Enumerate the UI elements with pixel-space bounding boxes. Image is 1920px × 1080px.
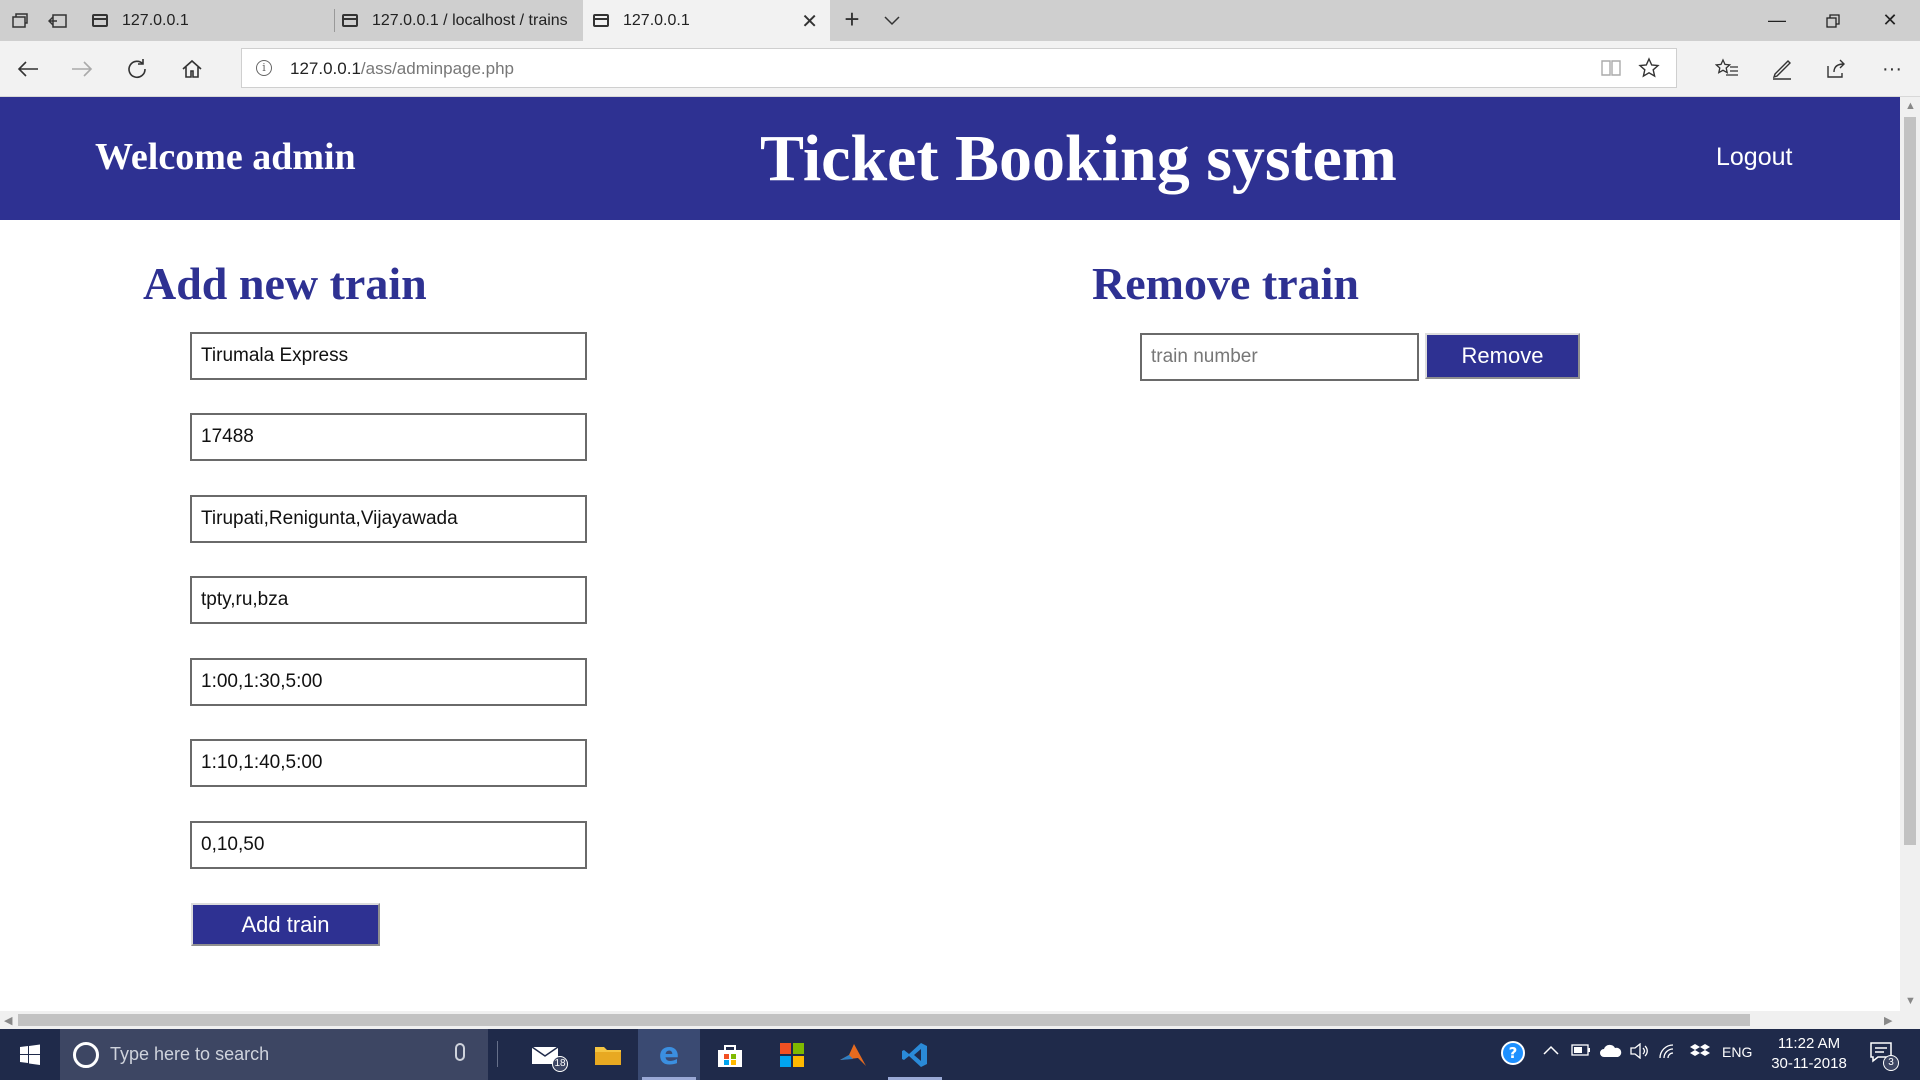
- web-page: Welcome admin Ticket Booking system Logo…: [0, 97, 1900, 1011]
- page-icon: [92, 14, 108, 27]
- scroll-right-icon[interactable]: ▶: [1884, 1014, 1892, 1027]
- taskbar: Type here to search 18 e ? ENG 11:22 AM …: [0, 1029, 1920, 1080]
- clock-date: 30-11-2018: [1771, 1055, 1847, 1072]
- store-icon[interactable]: [699, 1029, 761, 1080]
- system-clock[interactable]: 11:22 AM 30-11-2018: [1764, 1034, 1854, 1074]
- forward-icon[interactable]: [66, 53, 98, 85]
- office-app-icon[interactable]: [761, 1029, 823, 1080]
- address-bar-row: i 127.0.0.1/ass/adminpage.php ···: [0, 41, 1920, 97]
- edge-browser-icon[interactable]: e: [638, 1029, 700, 1080]
- remove-button[interactable]: Remove: [1425, 333, 1580, 379]
- clock-time: 11:22 AM: [1777, 1035, 1841, 1052]
- microphone-icon[interactable]: [455, 1043, 465, 1061]
- pen-icon[interactable]: [1766, 53, 1798, 85]
- train-number-field[interactable]: [190, 413, 587, 461]
- favorites-hub-icon[interactable]: [1711, 53, 1743, 85]
- home-icon[interactable]: [176, 53, 208, 85]
- windows-start-icon[interactable]: [0, 1029, 60, 1080]
- logout-link[interactable]: Logout: [1716, 143, 1792, 172]
- distances-field[interactable]: [190, 821, 587, 869]
- page-icon: [342, 14, 358, 27]
- close-tab-icon[interactable]: ✕: [801, 9, 818, 34]
- site-title: Ticket Booking system: [760, 122, 1397, 195]
- add-train-button[interactable]: Add train: [191, 903, 380, 946]
- notification-badge: 3: [1883, 1055, 1899, 1071]
- stations-field[interactable]: [190, 495, 587, 543]
- mail-app-icon[interactable]: 18: [515, 1029, 577, 1080]
- vscode-icon[interactable]: [884, 1029, 946, 1080]
- taskbar-search-box[interactable]: Type here to search: [60, 1029, 488, 1080]
- mail-badge: 18: [552, 1056, 568, 1072]
- welcome-text: Welcome admin: [95, 136, 356, 178]
- close-window-icon[interactable]: ✕: [1860, 0, 1920, 41]
- dropbox-icon[interactable]: [1690, 1043, 1710, 1064]
- browser-tab-bar: 127.0.0.1 127.0.0.1 / localhost / trains…: [0, 0, 1920, 41]
- page-icon: [593, 14, 609, 27]
- share-icon[interactable]: [1820, 53, 1852, 85]
- back-icon[interactable]: [12, 53, 44, 85]
- help-icon[interactable]: ?: [1500, 1040, 1526, 1071]
- train-name-field[interactable]: [190, 332, 587, 380]
- site-header: Welcome admin Ticket Booking system Logo…: [0, 97, 1900, 220]
- volume-icon[interactable]: [1630, 1042, 1650, 1064]
- set-aside-tabs-icon[interactable]: [46, 9, 70, 33]
- info-icon[interactable]: i: [256, 60, 272, 76]
- show-hidden-icons-icon[interactable]: [1543, 1043, 1559, 1061]
- url-path: /ass/adminpage.php: [360, 59, 515, 78]
- minimize-icon[interactable]: —: [1747, 0, 1807, 41]
- horizontal-scrollbar[interactable]: ◀ ▶: [0, 1011, 1900, 1029]
- chevron-down-icon[interactable]: [880, 9, 904, 33]
- arrival-times-field[interactable]: [190, 658, 587, 706]
- refresh-icon[interactable]: [121, 53, 153, 85]
- scroll-up-icon[interactable]: ▲: [1905, 100, 1916, 112]
- tab-1[interactable]: 127.0.0.1: [92, 0, 330, 41]
- restore-icon[interactable]: [1803, 0, 1863, 41]
- tab-2[interactable]: 127.0.0.1 / localhost / trains: [342, 0, 580, 41]
- file-explorer-icon[interactable]: [577, 1029, 639, 1080]
- wifi-icon[interactable]: [1658, 1043, 1678, 1064]
- tab-3-active[interactable]: 127.0.0.1 ✕: [583, 0, 830, 41]
- url-host: 127.0.0.1: [290, 59, 361, 78]
- remove-train-title: Remove train: [1092, 258, 1359, 309]
- reading-view-icon[interactable]: [1600, 58, 1622, 83]
- scroll-left-icon[interactable]: ◀: [4, 1014, 12, 1027]
- tab-label: 127.0.0.1: [623, 11, 690, 29]
- tab-manager-icon[interactable]: [8, 9, 32, 33]
- tab-label: 127.0.0.1: [122, 11, 189, 29]
- station-codes-field[interactable]: [190, 576, 587, 624]
- vertical-scrollbar[interactable]: ▲ ▼: [1900, 97, 1920, 1011]
- departure-times-field[interactable]: [190, 739, 587, 787]
- search-placeholder: Type here to search: [110, 1044, 270, 1064]
- favorite-star-icon[interactable]: [1638, 57, 1660, 84]
- action-center-icon[interactable]: 3: [1869, 1041, 1899, 1071]
- tab-label: 127.0.0.1 / localhost / trains: [372, 11, 568, 29]
- svg-text:?: ?: [1509, 1044, 1518, 1062]
- vertical-scroll-thumb[interactable]: [1904, 117, 1916, 845]
- more-icon[interactable]: ···: [1876, 53, 1908, 85]
- add-train-title: Add new train: [143, 258, 427, 309]
- horizontal-scroll-thumb[interactable]: [18, 1014, 1750, 1026]
- matlab-icon[interactable]: [822, 1029, 884, 1080]
- onedrive-icon[interactable]: [1599, 1043, 1623, 1064]
- cortana-icon: [73, 1042, 99, 1068]
- scroll-down-icon[interactable]: ▼: [1905, 995, 1916, 1007]
- remove-train-number-input[interactable]: [1140, 333, 1419, 381]
- url-field[interactable]: i 127.0.0.1/ass/adminpage.php: [241, 48, 1677, 88]
- language-indicator[interactable]: ENG: [1722, 1044, 1752, 1060]
- battery-icon[interactable]: [1571, 1043, 1591, 1061]
- new-tab-icon[interactable]: +: [840, 4, 864, 34]
